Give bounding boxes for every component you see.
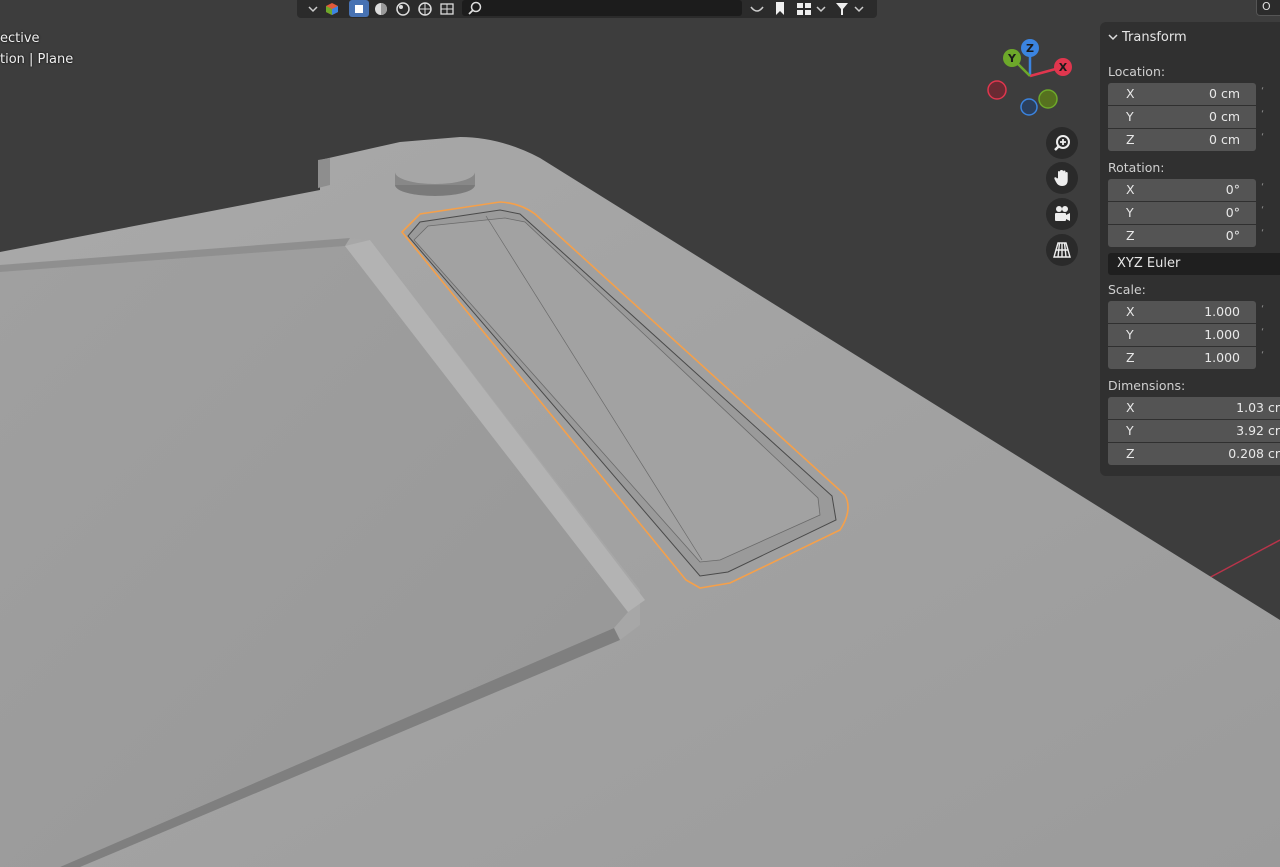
axis-label: Y xyxy=(1126,327,1134,342)
axis-label: Y xyxy=(1126,423,1134,438)
corner-button[interactable]: O xyxy=(1256,0,1280,16)
gizmo-neg-x[interactable] xyxy=(987,80,1007,100)
zoom-in-icon[interactable] xyxy=(1046,127,1078,159)
lock-icon[interactable]: ‘ xyxy=(1261,132,1267,143)
3d-viewport[interactable]: ective tion | Plane O Y Z X Transform Lo… xyxy=(0,0,1280,867)
lock-icon[interactable]: ‘ xyxy=(1261,350,1267,361)
hand-icon[interactable] xyxy=(1046,162,1078,194)
rotation-mode-value: XYZ Euler xyxy=(1117,256,1181,271)
scale-y-field[interactable]: Y 1.000 xyxy=(1108,324,1256,346)
solid-shading-icon[interactable] xyxy=(371,0,391,17)
lock-icon[interactable]: ‘ xyxy=(1261,86,1267,97)
knob-top xyxy=(395,160,475,184)
search-icon xyxy=(468,1,482,15)
gizmo-y-label: Y xyxy=(1007,52,1017,65)
scale-x-field[interactable]: X 1.000 xyxy=(1108,301,1256,323)
scene-render xyxy=(0,137,1280,867)
field-value: 0.208 cr xyxy=(1228,446,1280,461)
rotation-z-field[interactable]: Z 0° xyxy=(1108,225,1256,247)
hierarchy-icon[interactable] xyxy=(793,0,815,17)
overlay-icon[interactable] xyxy=(747,0,767,17)
orientation-gizmo[interactable]: Y Z X xyxy=(980,34,1080,124)
axis-label: X xyxy=(1126,304,1135,319)
scale-label: Scale: xyxy=(1108,282,1146,297)
transform-panel: Transform Location: X 0 cm Y 0 cm Z 0 cm… xyxy=(1100,22,1280,476)
chevron-down-icon[interactable] xyxy=(815,0,827,17)
axis-label: Z xyxy=(1126,228,1135,243)
dimensions-z-field[interactable]: Z 0.208 cr xyxy=(1108,443,1280,465)
scale-z-field[interactable]: Z 1.000 xyxy=(1108,347,1256,369)
field-value: 0° xyxy=(1225,182,1240,197)
gizmo-x-label: X xyxy=(1059,61,1068,74)
gizmo-neg-z[interactable] xyxy=(1020,98,1038,116)
layout-icon[interactable] xyxy=(437,0,457,17)
dimensions-x-field[interactable]: X 1.03 cr xyxy=(1108,397,1280,419)
chevron-down-icon[interactable] xyxy=(305,0,321,17)
lock-icon[interactable]: ‘ xyxy=(1261,205,1267,216)
field-value: 0 cm xyxy=(1209,86,1240,101)
lock-icon[interactable]: ‘ xyxy=(1261,109,1267,120)
location-y-field[interactable]: Y 0 cm xyxy=(1108,106,1256,128)
chevron-down-icon[interactable] xyxy=(853,0,865,17)
field-value: 1.000 xyxy=(1204,350,1240,365)
location-label: Location: xyxy=(1108,64,1166,79)
field-value: 0° xyxy=(1225,205,1240,220)
axis-label: Y xyxy=(1126,109,1134,124)
viewport-info-view: ective xyxy=(0,31,40,46)
gizmo-color-icon[interactable] xyxy=(323,0,341,17)
viewport-header xyxy=(297,0,877,18)
axis-label: Z xyxy=(1126,446,1135,461)
gizmo-z-label: Z xyxy=(1026,42,1034,55)
search-input[interactable] xyxy=(462,0,742,16)
field-value: 1.03 cr xyxy=(1236,400,1280,415)
dimensions-y-field[interactable]: Y 3.92 cr xyxy=(1108,420,1280,442)
field-value: 0 cm xyxy=(1209,109,1240,124)
axis-label: Z xyxy=(1126,132,1135,147)
location-z-field[interactable]: Z 0 cm xyxy=(1108,129,1256,151)
field-value: 0 cm xyxy=(1209,132,1240,147)
field-value: 3.92 cr xyxy=(1236,423,1280,438)
axis-label: Y xyxy=(1126,205,1134,220)
lock-icon[interactable]: ‘ xyxy=(1261,327,1267,338)
axis-label: Z xyxy=(1126,350,1135,365)
dimensions-label: Dimensions: xyxy=(1108,378,1186,393)
viewport-info-object: tion | Plane xyxy=(0,52,74,67)
axis-label: X xyxy=(1126,86,1135,101)
filter-icon[interactable] xyxy=(833,0,851,17)
bookmark-icon[interactable] xyxy=(771,0,789,17)
lock-icon[interactable]: ‘ xyxy=(1261,182,1267,193)
transform-panel-header[interactable]: Transform xyxy=(1108,28,1187,46)
rotation-y-field[interactable]: Y 0° xyxy=(1108,202,1256,224)
field-value: 1.000 xyxy=(1204,304,1240,319)
rotation-label: Rotation: xyxy=(1108,160,1165,175)
xray-toggle-icon[interactable] xyxy=(349,0,369,17)
location-x-field[interactable]: X 0 cm xyxy=(1108,83,1256,105)
camera-icon[interactable] xyxy=(1046,198,1078,230)
notch-side xyxy=(318,158,330,188)
lock-icon[interactable]: ‘ xyxy=(1261,304,1267,315)
chevron-down-icon xyxy=(1108,34,1118,41)
lock-icon[interactable]: ‘ xyxy=(1261,228,1267,239)
rotation-x-field[interactable]: X 0° xyxy=(1108,179,1256,201)
field-value: 1.000 xyxy=(1204,327,1240,342)
axis-label: X xyxy=(1126,182,1135,197)
material-shading-icon[interactable] xyxy=(393,0,413,17)
panel-title: Transform xyxy=(1122,29,1187,45)
rendered-shading-icon[interactable] xyxy=(415,0,435,17)
rotation-mode-dropdown[interactable]: XYZ Euler xyxy=(1108,253,1280,275)
field-value: 0° xyxy=(1225,228,1240,243)
gizmo-neg-y[interactable] xyxy=(1038,89,1058,109)
perspective-grid-icon[interactable] xyxy=(1046,234,1078,266)
axis-label: X xyxy=(1126,400,1135,415)
